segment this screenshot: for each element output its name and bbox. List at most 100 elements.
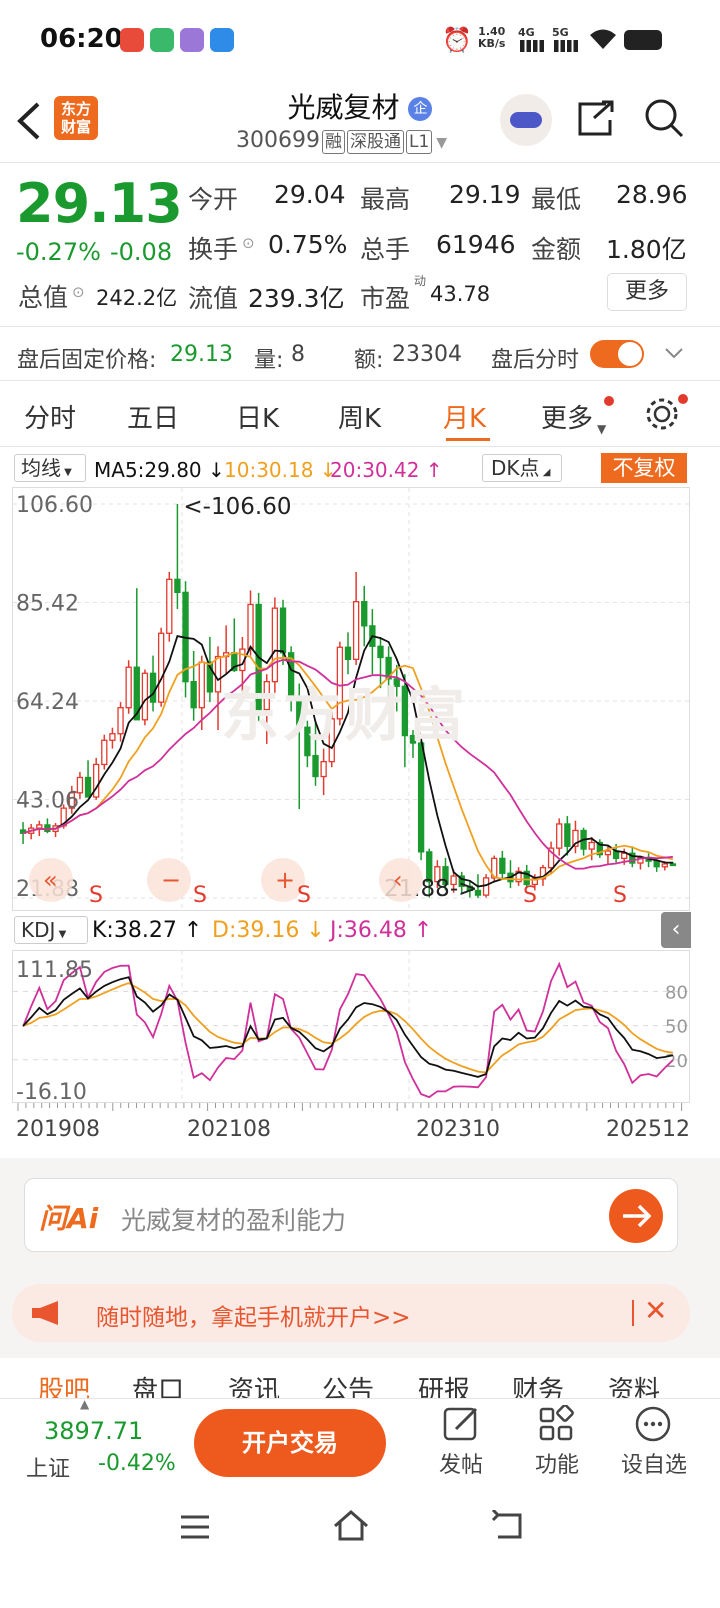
tab-forum[interactable]: 股吧: [38, 1370, 90, 1398]
menu-icon[interactable]: [178, 1512, 212, 1542]
tab-finance[interactable]: 财务: [512, 1370, 564, 1398]
app-notification-icon: [180, 28, 204, 52]
tag-level: L1: [405, 130, 433, 154]
more-dots-icon: [635, 1406, 671, 1442]
share-icon[interactable]: [576, 98, 616, 138]
index-value[interactable]: 3897.71: [44, 1417, 143, 1445]
gear-icon[interactable]: [644, 396, 680, 432]
candle-body: [36, 824, 43, 829]
trade-button[interactable]: 开户交易: [194, 1409, 386, 1477]
edit-icon: [443, 1407, 478, 1441]
close-icon[interactable]: ✕: [644, 1294, 667, 1327]
ask-ai-submit-button[interactable]: [609, 1189, 663, 1243]
turnover-value: 0.75%: [268, 230, 348, 259]
chevron-down-icon[interactable]: [664, 346, 684, 360]
arrow-right-icon: [623, 1204, 652, 1228]
ma-select[interactable]: 均线 ▼: [14, 454, 86, 482]
active-tab-indicator: [446, 438, 490, 441]
candle-body: [109, 733, 116, 741]
dk-signal-marker: S: [297, 883, 311, 908]
tab-more[interactable]: 更多: [541, 398, 593, 435]
adjust-button[interactable]: 不复权: [601, 453, 687, 483]
stock-code: 300699: [236, 128, 320, 153]
kdj-d-readout: D:39.16 ↓: [212, 918, 325, 943]
kline-chart[interactable]: 106.6085.4264.2443.0621.88<-106.6021.88-…: [12, 487, 691, 912]
candle-body: [661, 863, 668, 868]
x-label: 202512: [606, 1117, 690, 1142]
after-vol-label: 量:: [254, 348, 284, 373]
tab-order-book[interactable]: 盘口: [132, 1370, 184, 1398]
kdj-chart[interactable]: 80 50 20 111.85 -16.10: [12, 950, 691, 1104]
expand-icon[interactable]: ▲: [80, 1397, 89, 1411]
candle-body: [214, 655, 222, 693]
tag-connect: 深股通: [346, 130, 404, 154]
candle-body: [44, 824, 51, 833]
dk-select[interactable]: DK点 ◢: [482, 454, 562, 482]
candle-body: [361, 601, 368, 627]
candle-body: [279, 607, 287, 654]
collapse-panel-icon[interactable]: ‹: [661, 912, 691, 948]
kdj-level-label: 50: [665, 1017, 688, 1038]
info-icon[interactable]: ⊙: [72, 283, 85, 301]
kdj-svg: 80 50 20 111.85 -16.10: [13, 951, 691, 1104]
promo-banner[interactable]: 随时随地，拿起手机就开户>> ✕: [12, 1284, 690, 1342]
after-timeshare-label: 盘后分时: [491, 348, 580, 373]
candle-body: [588, 841, 595, 850]
after-vol-value: 8: [291, 342, 305, 367]
ask-ai-placeholder[interactable]: 光威复材的盈利能力: [121, 1201, 346, 1237]
header: 东方 财富 光威复材 企 300699 融深股通 L1 ▼: [0, 80, 720, 166]
candle-body: [499, 857, 506, 874]
notification-dot: [678, 394, 688, 404]
robot-assistant-icon[interactable]: [500, 94, 552, 146]
tab-news[interactable]: 资讯: [228, 1370, 280, 1398]
more-quote-button[interactable]: 更多: [607, 273, 687, 311]
promo-text[interactable]: 随时随地，拿起手机就开户>>: [96, 1298, 411, 1332]
candle-body: [190, 681, 197, 709]
x-label: 202310: [416, 1117, 500, 1142]
float-cap-label: 流值: [188, 284, 239, 313]
candle-body: [117, 707, 124, 735]
low-value: 28.96: [616, 180, 688, 209]
amount-label: 金额: [531, 235, 582, 264]
turnover-label: 换手: [188, 235, 239, 264]
after-hours-toggle[interactable]: [590, 340, 644, 368]
change-percent: -0.27%: [16, 238, 101, 266]
stock-name: 光威复材: [287, 91, 400, 124]
tab-monthly-k[interactable]: 月K: [443, 398, 486, 435]
kdj-select[interactable]: KDJ ▼: [14, 916, 88, 944]
function-button[interactable]: 功能: [532, 1404, 582, 1485]
tab-profile[interactable]: 资料: [608, 1370, 660, 1398]
market-cap-label: 总值: [18, 283, 69, 312]
bottom-action-bar: ▲ 3897.71 上证 -0.42% 开户交易 发帖 功能 设自选: [0, 1397, 720, 1486]
grid-icon: [539, 1404, 574, 1441]
tab-daily-k[interactable]: 日K: [236, 398, 279, 435]
info-icon[interactable]: ⊙: [242, 234, 255, 252]
tab-timeshare[interactable]: 分时: [24, 398, 76, 435]
candle-body: [198, 661, 205, 709]
tab-weekly-k[interactable]: 周K: [338, 398, 381, 435]
ask-ai-box[interactable]: 问Ai 光威复材的盈利能力: [24, 1178, 678, 1252]
watermark: 东方财富: [221, 681, 470, 749]
axis-ticks: [17, 1103, 683, 1111]
tab-announcements[interactable]: 公告: [322, 1370, 374, 1398]
megaphone-icon: [32, 1301, 58, 1325]
chart-control-icon: ‹: [393, 866, 403, 894]
candle-body: [166, 578, 173, 634]
system-nav-bar: [0, 1486, 720, 1608]
signal-label: 5G: [552, 26, 569, 39]
candle-body: [84, 776, 92, 798]
tab-research[interactable]: 研报: [418, 1370, 470, 1398]
add-watchlist-button[interactable]: 设自选: [618, 1405, 690, 1485]
tab-five-day[interactable]: 五日: [127, 398, 179, 435]
dropdown-icon[interactable]: ▼: [436, 135, 447, 151]
high-label: 最高: [360, 185, 411, 214]
kdj-min-label: -16.10: [16, 1080, 87, 1104]
home-icon[interactable]: [332, 1508, 370, 1542]
back-icon[interactable]: [490, 1510, 526, 1542]
post-button[interactable]: 发帖: [436, 1405, 486, 1485]
index-change: -0.42%: [98, 1451, 176, 1476]
ma10-readout: 10:30.18 ↓: [224, 458, 337, 482]
kdj-level-label: 80: [665, 982, 688, 1003]
search-icon[interactable]: [642, 96, 686, 140]
candle-body: [344, 646, 352, 660]
